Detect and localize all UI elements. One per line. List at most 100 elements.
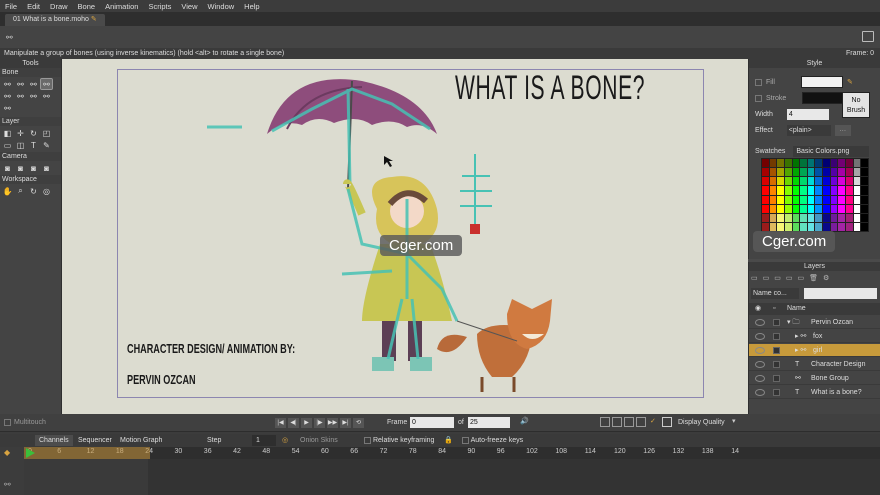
delete-layer-icon[interactable]: 🗑 (809, 274, 818, 282)
palette-swatch[interactable] (807, 213, 815, 222)
fast-forward-icon[interactable]: ▶▶ (327, 418, 338, 428)
quad-view-icon[interactable] (624, 417, 634, 427)
palette-swatch[interactable] (807, 195, 815, 204)
palette-swatch[interactable] (777, 222, 784, 231)
palette-swatch[interactable] (838, 177, 846, 186)
palette-swatch[interactable] (792, 168, 800, 177)
palette-swatch[interactable] (853, 177, 861, 186)
palette-swatch[interactable] (853, 204, 861, 213)
translate-layer-icon[interactable]: ✛ (15, 128, 26, 138)
palette-swatch[interactable] (830, 213, 838, 222)
layer-settings-icon[interactable]: ⚙ (823, 274, 829, 282)
palette-swatch[interactable] (777, 168, 784, 177)
next-frame-icon[interactable]: |▶ (314, 418, 325, 428)
palette-swatch[interactable] (861, 159, 868, 168)
pan-tilt-camera-icon[interactable]: ◙ (41, 163, 52, 173)
last-frame-icon[interactable]: ▶| (340, 418, 351, 428)
fill-checkbox[interactable] (755, 78, 762, 86)
palette-swatch[interactable] (846, 159, 853, 168)
loop-icon[interactable]: ⟲ (353, 418, 364, 428)
menu-edit[interactable]: Edit (22, 2, 45, 11)
palette-swatch[interactable] (853, 195, 861, 204)
palette-swatch[interactable] (823, 204, 830, 213)
palette-swatch[interactable] (823, 195, 830, 204)
frame-input[interactable]: 0 (410, 417, 454, 428)
auto-freeze-toggle[interactable]: Auto-freeze keys (458, 435, 527, 446)
palette-swatch[interactable] (800, 222, 807, 231)
layer-lock-checkbox[interactable] (773, 319, 780, 326)
palette-swatch[interactable] (792, 159, 800, 168)
palette-swatch[interactable] (777, 159, 784, 168)
layer-filter-input[interactable] (804, 288, 877, 299)
palette-swatch[interactable] (838, 213, 846, 222)
palette-swatch[interactable] (792, 195, 800, 204)
timeline-track[interactable] (24, 459, 880, 495)
layer-lock-checkbox[interactable] (773, 361, 780, 368)
prev-frame-icon[interactable]: ◀| (288, 418, 299, 428)
play-icon[interactable]: ▶ (301, 418, 312, 428)
palette-swatch[interactable] (800, 204, 807, 213)
roll-camera-icon[interactable]: ◙ (28, 163, 39, 173)
palette-swatch[interactable] (792, 186, 800, 195)
lock-icon[interactable]: 🔒 (440, 435, 457, 446)
layer-filter-select[interactable]: Name co... (751, 288, 799, 299)
palette-swatch[interactable] (823, 213, 830, 222)
palette-swatch[interactable] (815, 159, 823, 168)
palette-swatch[interactable] (838, 159, 846, 168)
menu-window[interactable]: Window (202, 2, 239, 11)
rotate-workspace-icon[interactable]: ↻ (28, 186, 39, 196)
palette-swatch[interactable] (769, 222, 777, 231)
palette-swatch[interactable] (807, 177, 815, 186)
palette-swatch[interactable] (784, 168, 792, 177)
multitouch-checkbox[interactable] (4, 419, 11, 426)
palette-swatch[interactable] (838, 168, 846, 177)
palette-swatch[interactable] (792, 213, 800, 222)
menu-file[interactable]: File (0, 2, 22, 11)
palette-swatch[interactable] (838, 195, 846, 204)
eye-icon[interactable] (755, 333, 765, 340)
palette-swatch[interactable] (762, 195, 769, 204)
single-view-icon[interactable] (600, 417, 610, 427)
palette-swatch[interactable] (784, 195, 792, 204)
width-input[interactable]: 4 (786, 108, 829, 120)
layer-lock-checkbox[interactable] (773, 375, 780, 382)
layer-row[interactable]: ▸ ⚯ girl (749, 344, 880, 357)
checkmark-icon[interactable]: ✓ (650, 417, 656, 425)
palette-swatch[interactable] (830, 159, 838, 168)
track-camera-icon[interactable]: ◙ (2, 163, 13, 173)
eye-icon[interactable] (755, 319, 765, 326)
copy-layer-icon[interactable]: ▭ (786, 274, 793, 282)
palette-swatch[interactable] (823, 177, 830, 186)
text-tool-icon[interactable]: T (28, 140, 39, 150)
stroke-checkbox[interactable] (755, 94, 762, 102)
palette-swatch[interactable] (762, 177, 769, 186)
layer-lock-checkbox[interactable] (773, 347, 780, 354)
fill-color-swatch[interactable] (800, 76, 843, 88)
playhead-marker-icon[interactable] (26, 448, 35, 458)
palette-swatch[interactable] (800, 159, 807, 168)
palette-swatch[interactable] (800, 177, 807, 186)
palette-swatch[interactable] (800, 168, 807, 177)
bind-points-icon[interactable]: ⚯ (41, 91, 52, 101)
palette-swatch[interactable] (792, 177, 800, 186)
palette-swatch[interactable] (807, 159, 815, 168)
palette-swatch[interactable] (784, 204, 792, 213)
palette-swatch[interactable] (853, 168, 861, 177)
palette-swatch[interactable] (800, 213, 807, 222)
palette-swatch[interactable] (846, 168, 853, 177)
zoom-camera-icon[interactable]: ◙ (15, 163, 26, 173)
tab-motion-graph[interactable]: Motion Graph (116, 435, 166, 446)
palette-swatch[interactable] (807, 186, 815, 195)
palette-swatch[interactable] (777, 213, 784, 222)
layer-row[interactable]: T Character Design (749, 358, 880, 371)
shear-layer-icon[interactable]: ▭ (2, 140, 13, 150)
layer-lock-checkbox[interactable] (773, 389, 780, 396)
layer-row[interactable]: ▾ 🗀 Pervin Ozcan (749, 316, 880, 329)
offset-bone-icon[interactable]: ⚯ (2, 103, 13, 113)
palette-swatch[interactable] (807, 204, 815, 213)
layer-row[interactable]: T What is a bone? (749, 386, 880, 399)
palette-swatch[interactable] (769, 168, 777, 177)
menu-help[interactable]: Help (239, 2, 264, 11)
display-quality-dropdown-icon[interactable]: ▾ (732, 417, 736, 425)
duplicate-layer-icon[interactable]: ▭ (763, 274, 770, 282)
